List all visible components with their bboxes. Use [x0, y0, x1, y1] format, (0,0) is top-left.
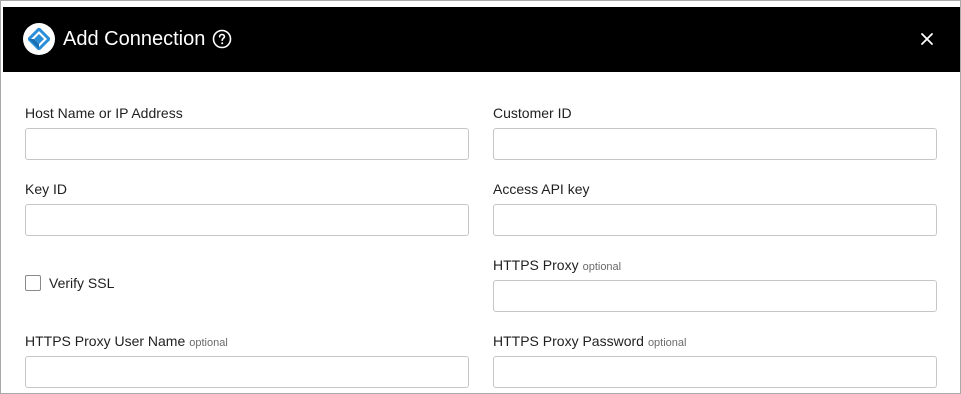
proxy-password-label-text: HTTPS Proxy Password [493, 333, 644, 349]
customer-id-label: Customer ID [493, 105, 572, 121]
proxy-user-label: HTTPS Proxy User Name optional [25, 333, 228, 351]
access-api-key-label: Access API key [493, 181, 590, 197]
optional-tag: optional [582, 261, 622, 273]
proxy-password-label: HTTPS Proxy Password optional [493, 333, 686, 351]
verify-ssl-checkbox[interactable] [25, 275, 41, 291]
key-id-label: Key ID [25, 181, 68, 197]
https-proxy-label: HTTPS Proxy optional [493, 257, 621, 275]
host-label: Host Name or IP Address [25, 105, 183, 121]
dialog-header: Add Connection [3, 7, 960, 72]
proxy-password-input[interactable] [493, 356, 937, 388]
access-api-key-input[interactable] [493, 204, 937, 236]
optional-tag: optional [647, 337, 687, 349]
optional-tag: optional [189, 337, 228, 349]
connector-logo-icon [23, 23, 55, 55]
https-proxy-label-text: HTTPS Proxy [493, 257, 579, 273]
https-proxy-input[interactable] [493, 280, 937, 312]
close-icon[interactable] [919, 31, 935, 47]
key-id-input[interactable] [25, 204, 469, 236]
customer-id-input[interactable] [493, 128, 937, 160]
add-connection-dialog: Add Connection Host Name or IP Address C… [0, 0, 961, 394]
verify-ssl-label[interactable]: Verify SSL [49, 275, 114, 291]
help-circle-icon[interactable] [212, 29, 232, 49]
proxy-user-input[interactable] [25, 356, 469, 388]
dialog-title: Add Connection [63, 28, 206, 50]
host-input[interactable] [25, 128, 469, 160]
proxy-user-label-text: HTTPS Proxy User Name [25, 333, 186, 349]
